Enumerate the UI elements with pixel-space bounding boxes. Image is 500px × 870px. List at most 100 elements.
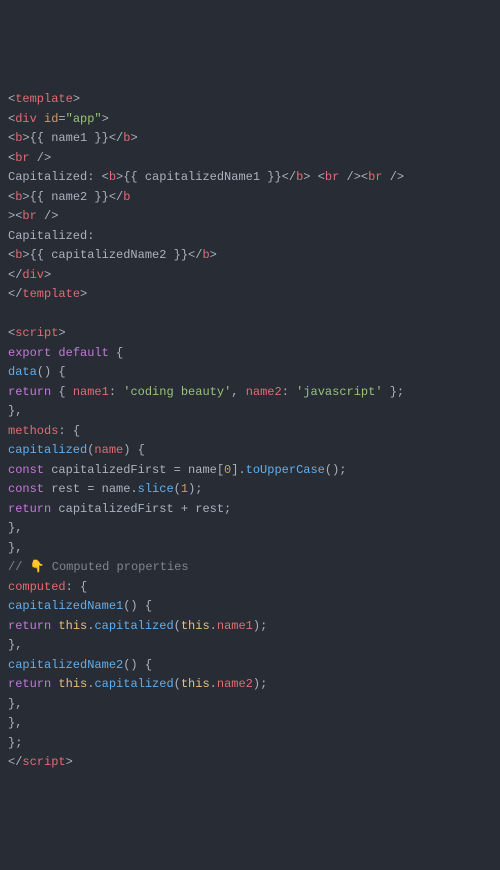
code-token: > [58,326,65,340]
code-line: Capitalized: [8,227,492,247]
code-line: }; [8,734,492,754]
code-token: : { [66,580,88,594]
code-token: data [8,365,37,379]
code-line: }, [8,402,492,422]
code-token: > [22,248,29,262]
code-token: ( [174,619,181,633]
code-line: <template> [8,90,492,110]
code-token: this [181,677,210,691]
code-token: div [22,268,44,282]
code-token: capitalizedName1 [8,599,123,613]
code-token: br [368,170,382,184]
code-token: capitalized [94,619,173,633]
code-token: /> [30,151,52,165]
code-token: </ [8,755,22,769]
code-token: : { [58,424,80,438]
code-line: <div id="app"> [8,110,492,130]
code-line: }, [8,714,492,734]
code-line: }, [8,519,492,539]
code-token: Capitalized: [8,170,102,184]
code-token: = [58,112,65,126]
code-line: </script> [8,753,492,773]
code-token: { [109,346,123,360]
code-token: name1 [73,385,109,399]
code-token: </ [109,190,123,204]
code-line: const capitalizedFirst = name[0].toUpper… [8,461,492,481]
code-token: b [202,248,209,262]
code-line: return this.capitalized(this.name1); [8,617,492,637]
code-line: <b>{{ name1 }}</b> [8,129,492,149]
code-token: </ [109,131,123,145]
code-line: ><br /> [8,207,492,227]
code-token: script [15,326,58,340]
code-token: ); [253,619,267,633]
code-token: }; [383,385,405,399]
code-token: }; [8,736,22,750]
code-token: template [15,92,73,106]
code-token: /> [339,170,361,184]
code-token: }, [8,404,22,418]
code-token: export [8,346,51,360]
code-token: ( [174,677,181,691]
code-line: methods: { [8,422,492,442]
code-line: capitalized(name) { [8,441,492,461]
code-token: () { [123,658,152,672]
code-token: > [102,112,109,126]
code-token: }, [8,638,22,652]
code-line: </template> [8,285,492,305]
code-token: : [282,385,296,399]
code-token: const [8,482,44,496]
code-token: rest = name. [44,482,138,496]
code-token: > [130,131,137,145]
code-token: return [8,619,51,633]
code-line: // 👇 Computed properties [8,558,492,578]
code-token: ( [174,482,181,496]
code-token: () { [37,365,66,379]
code-token: (); [325,463,347,477]
code-token: }, [8,541,22,555]
code-line: computed: { [8,578,492,598]
code-token [310,170,317,184]
code-token: template [22,287,80,301]
code-token: capitalizedName2 [8,658,123,672]
code-token: : [109,385,123,399]
code-token: b [123,190,130,204]
code-token: < [102,170,109,184]
code-token: ]. [231,463,245,477]
code-token: this [58,619,87,633]
code-token: /> [37,209,59,223]
code-line: <br /> [8,149,492,169]
code-token: Capitalized: [8,229,94,243]
code-token: script [22,755,65,769]
code-token: return [8,677,51,691]
code-line: const rest = name.slice(1); [8,480,492,500]
code-token: {{ name2 }} [30,190,109,204]
code-token: </ [188,248,202,262]
code-token: name2 [217,677,253,691]
code-line: <b>{{ name2 }}</b [8,188,492,208]
code-token: methods [8,424,58,438]
code-token: return [8,385,51,399]
code-token: > [66,755,73,769]
code-token: default [58,346,108,360]
code-token: > [22,190,29,204]
code-token: capitalizedFirst = name[ [44,463,224,477]
code-token: computed [8,580,66,594]
code-line: Capitalized: <b>{{ capitalizedName1 }}</… [8,168,492,188]
code-line: return { name1: 'coding beauty', name2: … [8,383,492,403]
code-token: ); [253,677,267,691]
code-line: }, [8,539,492,559]
code-token: 1 [181,482,188,496]
code-line: capitalizedName2() { [8,656,492,676]
code-token [37,112,44,126]
code-token: > [73,92,80,106]
code-token: </ [8,287,22,301]
code-line: data() { [8,363,492,383]
code-line: </div> [8,266,492,286]
code-token: }, [8,716,22,730]
code-token: br [22,209,36,223]
code-token: br [325,170,339,184]
code-token: ) { [123,443,145,457]
code-token: "app" [66,112,102,126]
code-token: {{ name1 }} [30,131,109,145]
